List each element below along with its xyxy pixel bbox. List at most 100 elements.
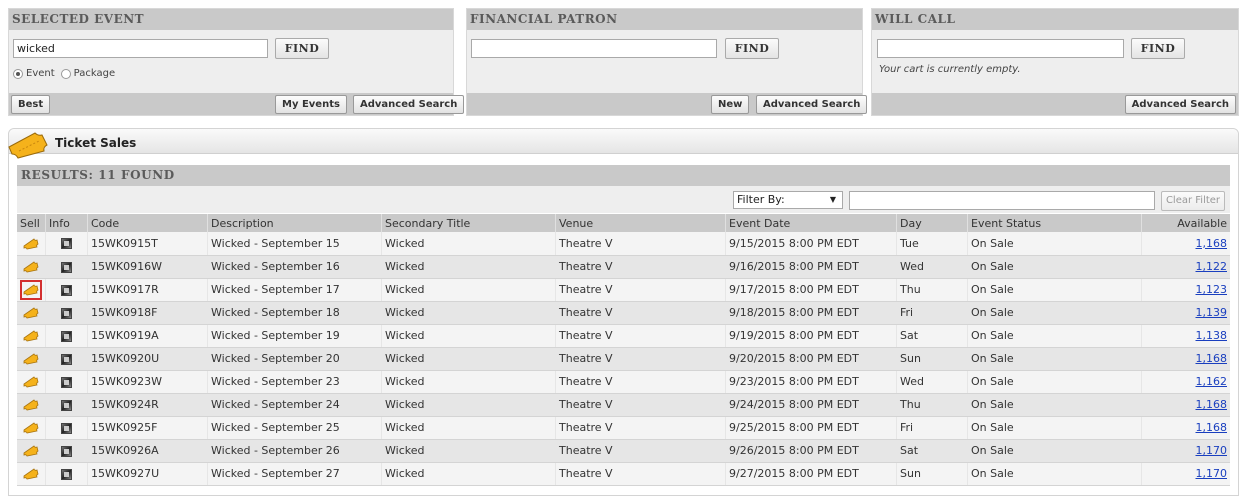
sell-button[interactable] <box>23 375 39 388</box>
event-status-cell: On Sale <box>967 324 1142 348</box>
info-icon[interactable] <box>61 468 72 480</box>
code-cell: 15WK0919A <box>87 324 208 348</box>
code-cell: 15WK0924R <box>87 393 208 417</box>
new-patron-button[interactable]: New <box>711 95 750 114</box>
results-header-row: Sell Info Code Description Secondary Tit… <box>17 214 1230 232</box>
filter-by-select[interactable]: Filter By: ▼ <box>733 191 843 209</box>
filter-text-input[interactable] <box>849 191 1155 210</box>
event-status-cell: On Sale <box>967 462 1142 486</box>
info-cell <box>45 347 88 371</box>
column-header-secondary-title[interactable]: Secondary Title <box>381 214 556 232</box>
info-cell <box>45 278 88 302</box>
sell-button[interactable] <box>23 237 39 250</box>
available-cell: 1,168 <box>1141 416 1230 440</box>
info-icon[interactable] <box>61 261 72 273</box>
description-cell: Wicked - September 27 <box>207 462 382 486</box>
venue-cell: Theatre V <box>555 255 726 279</box>
column-header-available[interactable]: Available <box>1141 214 1230 232</box>
package-radio[interactable] <box>60 68 71 79</box>
info-icon[interactable] <box>61 376 72 388</box>
available-link[interactable]: 1,168 <box>1196 352 1228 365</box>
description-cell: Wicked - September 23 <box>207 370 382 394</box>
available-link[interactable]: 1,168 <box>1196 398 1228 411</box>
patron-search-input[interactable] <box>471 39 717 58</box>
info-icon[interactable] <box>61 330 72 342</box>
info-icon[interactable] <box>61 445 72 457</box>
description-cell: Wicked - September 19 <box>207 324 382 348</box>
info-icon[interactable] <box>61 284 72 296</box>
available-link[interactable]: 1,168 <box>1196 237 1228 250</box>
description-cell: Wicked - September 24 <box>207 393 382 417</box>
sell-button[interactable] <box>23 329 39 342</box>
info-icon[interactable] <box>61 422 72 434</box>
sell-button[interactable] <box>23 467 39 480</box>
sell-button[interactable] <box>23 260 39 273</box>
event-find-button[interactable]: FIND <box>275 38 329 59</box>
venue-cell: Theatre V <box>555 370 726 394</box>
my-events-button[interactable]: My Events <box>275 95 347 114</box>
ticket-icon <box>23 307 39 319</box>
best-button[interactable]: Best <box>11 95 51 114</box>
description-cell: Wicked - September 15 <box>207 232 382 256</box>
description-cell: Wicked - September 25 <box>207 416 382 440</box>
available-link[interactable]: 1,162 <box>1196 375 1228 388</box>
financial-patron-panel: FINANCIAL PATRON FIND New Advanced Searc… <box>466 8 868 116</box>
available-link[interactable]: 1,170 <box>1196 467 1228 480</box>
event-status-cell: On Sale <box>967 255 1142 279</box>
sell-button[interactable] <box>23 421 39 434</box>
event-date-cell: 9/18/2015 8:00 PM EDT <box>725 301 897 325</box>
table-row: 15WK0925F Wicked - September 25 Wicked Thea… <box>17 416 1230 440</box>
event-status-cell: On Sale <box>967 278 1142 302</box>
sell-cell <box>17 301 46 325</box>
filter-bar: Filter By: ▼ Clear Filter <box>17 186 1230 213</box>
info-cell <box>45 462 88 486</box>
will-call-advanced-search-button[interactable]: Advanced Search <box>1124 95 1236 114</box>
info-icon[interactable] <box>61 307 72 319</box>
will-call-find-button[interactable]: FIND <box>1131 38 1185 59</box>
will-call-search-input[interactable] <box>877 39 1124 58</box>
available-link[interactable]: 1,139 <box>1196 306 1228 319</box>
event-status-cell: On Sale <box>967 301 1142 325</box>
selected-event-title: SELECTED EVENT <box>9 9 453 30</box>
column-header-code[interactable]: Code <box>87 214 208 232</box>
info-cell <box>45 439 88 463</box>
event-radio[interactable] <box>13 68 23 79</box>
code-cell: 15WK0925F <box>87 416 208 440</box>
column-header-day[interactable]: Day <box>896 214 968 232</box>
table-row: 15WK0919A Wicked - September 19 Wicked Thea… <box>17 324 1230 348</box>
available-link[interactable]: 1,123 <box>1196 283 1228 296</box>
column-header-event-date[interactable]: Event Date <box>725 214 897 232</box>
event-search-input[interactable]: wicked <box>13 39 268 58</box>
ticket-icon <box>23 353 39 365</box>
will-call-title: WILL CALL <box>872 9 1238 30</box>
available-link[interactable]: 1,170 <box>1196 444 1228 457</box>
column-header-description[interactable]: Description <box>207 214 382 232</box>
column-header-venue[interactable]: Venue <box>555 214 726 232</box>
sell-button[interactable] <box>23 352 39 365</box>
description-cell: Wicked - September 26 <box>207 439 382 463</box>
patron-advanced-search-button[interactable]: Advanced Search <box>756 95 868 114</box>
column-header-info[interactable]: Info <box>45 214 88 232</box>
description-cell: Wicked - September 18 <box>207 301 382 325</box>
sell-button[interactable] <box>23 398 39 411</box>
info-icon[interactable] <box>61 399 72 411</box>
ticket-icon <box>23 376 39 388</box>
sell-button[interactable] <box>23 444 39 457</box>
event-date-cell: 9/23/2015 8:00 PM EDT <box>725 370 897 394</box>
event-advanced-search-button[interactable]: Advanced Search <box>353 95 465 114</box>
sell-button[interactable] <box>23 306 39 319</box>
column-header-event-status[interactable]: Event Status <box>967 214 1142 232</box>
patron-find-button[interactable]: FIND <box>725 38 779 59</box>
sell-button[interactable] <box>20 279 42 300</box>
sell-cell <box>17 439 46 463</box>
column-header-sell[interactable]: Sell <box>17 214 46 232</box>
info-icon[interactable] <box>61 238 72 250</box>
code-cell: 15WK0917R <box>87 278 208 302</box>
secondary-title-cell: Wicked <box>381 393 556 417</box>
available-link[interactable]: 1,138 <box>1196 329 1228 342</box>
available-link[interactable]: 1,122 <box>1196 260 1228 273</box>
available-link[interactable]: 1,168 <box>1196 421 1228 434</box>
clear-filter-button[interactable]: Clear Filter <box>1161 191 1225 211</box>
code-cell: 15WK0927U <box>87 462 208 486</box>
info-icon[interactable] <box>61 353 72 365</box>
